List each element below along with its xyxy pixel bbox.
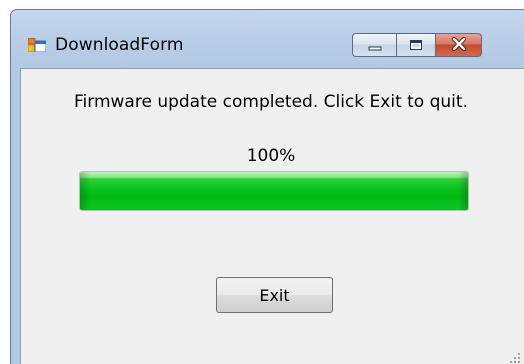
maximize-icon [409, 36, 423, 55]
status-message: Firmware update completed. Click Exit to… [74, 92, 468, 112]
progress-bar [79, 171, 469, 211]
app-window: DownloadForm Firmware update completed. … [10, 9, 524, 364]
maximize-button[interactable] [396, 33, 436, 57]
exit-button[interactable]: Exit [216, 277, 333, 313]
form-client-area: Firmware update completed. Click Exit to… [20, 68, 524, 364]
minimize-icon [368, 36, 382, 55]
title-bar[interactable]: DownloadForm [11, 10, 524, 57]
close-icon [451, 36, 467, 55]
progress-bar-fill [80, 172, 468, 210]
close-button[interactable] [436, 33, 482, 57]
windows-form-icon [27, 37, 47, 53]
window-title: DownloadForm [55, 35, 184, 55]
progress-percent-label: 100% [246, 146, 296, 166]
minimize-button[interactable] [352, 33, 396, 57]
resize-grip-icon[interactable] [509, 349, 521, 363]
